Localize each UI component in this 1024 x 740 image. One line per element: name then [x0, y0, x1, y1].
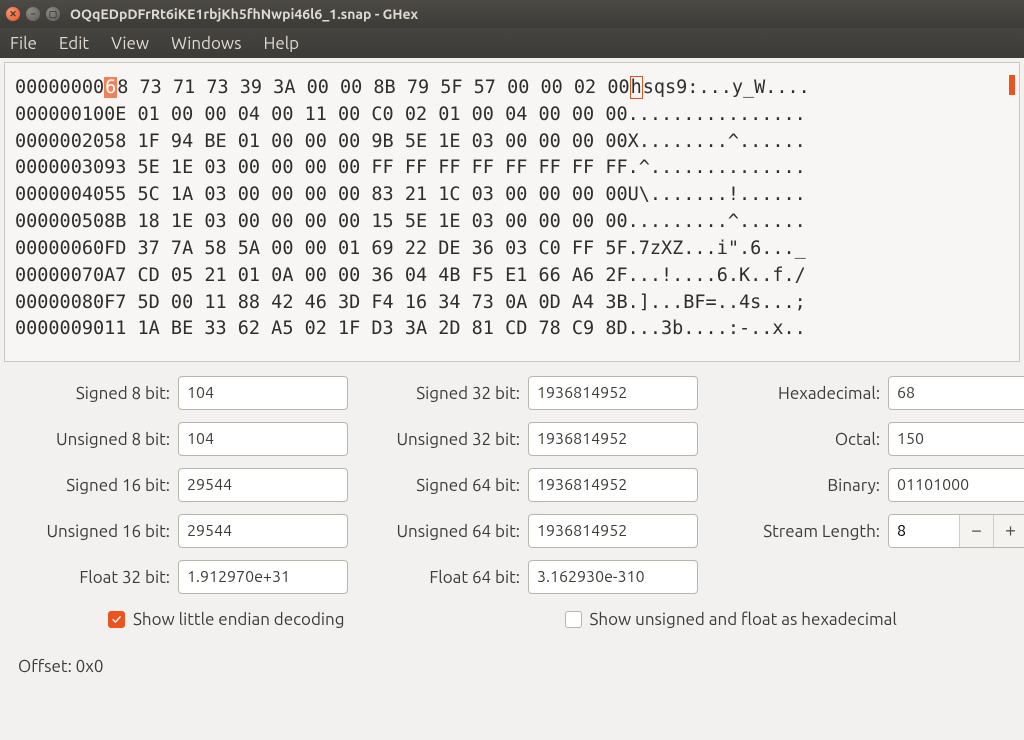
- label-unsigned-64: Unsigned 64 bit:: [388, 522, 528, 541]
- input-hex[interactable]: [888, 376, 1024, 410]
- menu-edit[interactable]: Edit: [59, 34, 89, 53]
- menu-help[interactable]: Help: [263, 34, 299, 53]
- scrollbar-thumb[interactable]: [1009, 75, 1015, 95]
- input-signed-64[interactable]: [528, 468, 698, 502]
- label-unsigned-32: Unsigned 32 bit:: [388, 430, 528, 449]
- stream-length-decrease[interactable]: −: [959, 515, 993, 547]
- ascii-cell: ...3b....:-..x..: [628, 318, 806, 339]
- label-stream-length: Stream Length:: [738, 522, 888, 541]
- close-icon[interactable]: ✕: [6, 7, 20, 21]
- offset-cell: 00000010: [15, 104, 104, 125]
- label-unsigned-16: Unsigned 16 bit:: [18, 522, 178, 541]
- input-unsigned-64[interactable]: [528, 514, 698, 548]
- menu-view[interactable]: View: [111, 34, 149, 53]
- input-stream-length[interactable]: [889, 515, 959, 547]
- label-octal: Octal:: [738, 430, 888, 449]
- hex-row[interactable]: 00000080F7 5D 00 11 88 42 46 3D F4 16 34…: [15, 290, 1009, 317]
- input-signed-8[interactable]: [178, 376, 348, 410]
- input-binary[interactable]: [888, 468, 1024, 502]
- label-signed-64: Signed 64 bit:: [388, 476, 528, 495]
- offset-cell: 00000080: [15, 292, 104, 313]
- maximize-icon[interactable]: ▢: [46, 7, 60, 21]
- offset-cell: 00000040: [15, 184, 104, 205]
- input-signed-16[interactable]: [178, 468, 348, 502]
- input-unsigned-8[interactable]: [178, 422, 348, 456]
- offset-cell: 00000000: [15, 77, 104, 98]
- checkbox-little-endian[interactable]: ✓ Show little endian decoding: [108, 610, 345, 629]
- menu-file[interactable]: File: [10, 34, 37, 53]
- minimize-icon[interactable]: –: [26, 7, 40, 21]
- titlebar: ✕ – ▢ OQqEDpDFrRt6iKE1rbjKh5fhNwpi46l6_1…: [0, 0, 1024, 28]
- input-octal[interactable]: [888, 422, 1024, 456]
- decode-panel: Signed 8 bit: Signed 32 bit: Hexadecimal…: [0, 366, 1024, 645]
- input-float-32[interactable]: [178, 560, 348, 594]
- input-signed-32[interactable]: [528, 376, 698, 410]
- ascii-cursor[interactable]: h: [630, 76, 643, 99]
- checkbox-unsigned-hex[interactable]: Show unsigned and float as hexadecimal: [565, 610, 897, 629]
- label-float-32: Float 32 bit:: [18, 568, 178, 587]
- status-offset: Offset: 0x0: [18, 657, 103, 676]
- hex-row[interactable]: 000000100E 01 00 00 04 00 11 00 C0 02 01…: [15, 102, 1009, 129]
- hex-row[interactable]: 000000508B 18 1E 03 00 00 00 00 15 5E 1E…: [15, 209, 1009, 236]
- hex-row[interactable]: 0000004055 5C 1A 03 00 00 00 00 83 21 1C…: [15, 182, 1009, 209]
- ascii-cell: .........^......: [628, 211, 806, 232]
- checkbox-unsigned-hex-label: Show unsigned and float as hexadecimal: [590, 610, 897, 629]
- label-signed-16: Signed 16 bit:: [18, 476, 178, 495]
- label-signed-32: Signed 32 bit:: [388, 384, 528, 403]
- offset-cell: 00000060: [15, 238, 104, 259]
- statusbar: Offset: 0x0: [0, 645, 1024, 688]
- hex-byte-cursor[interactable]: 6: [104, 77, 117, 98]
- stream-length-stepper: − +: [888, 514, 1024, 548]
- checkbox-empty-icon: [565, 611, 582, 628]
- ascii-cell: U\.......!......: [628, 184, 806, 205]
- input-unsigned-16[interactable]: [178, 514, 348, 548]
- hex-row[interactable]: 00000070A7 CD 05 21 01 0A 00 00 36 04 4B…: [15, 263, 1009, 290]
- offset-cell: 00000020: [15, 131, 104, 152]
- label-signed-8: Signed 8 bit:: [18, 384, 178, 403]
- hex-editor[interactable]: 0000000068 73 71 73 39 3A 00 00 8B 79 5F…: [4, 62, 1020, 362]
- stream-length-increase[interactable]: +: [993, 515, 1024, 547]
- ascii-cell: ................: [628, 104, 806, 125]
- label-binary: Binary:: [738, 476, 888, 495]
- ascii-cell: ...!....6.K..f./: [628, 265, 806, 286]
- ascii-cell: hsqs9:...y_W....: [630, 76, 810, 99]
- ascii-cell: .^..............: [628, 157, 806, 178]
- label-float-64: Float 64 bit:: [388, 568, 528, 587]
- ascii-cell: .7zXZ...i".6..._: [628, 238, 806, 259]
- checkbox-little-endian-label: Show little endian decoding: [133, 610, 345, 629]
- hex-row[interactable]: 0000003093 5E 1E 03 00 00 00 00 FF FF FF…: [15, 155, 1009, 182]
- offset-cell: 00000090: [15, 318, 104, 339]
- window-title: OQqEDpDFrRt6iKE1rbjKh5fhNwpi46l6_1.snap …: [70, 6, 418, 22]
- label-hex: Hexadecimal:: [738, 384, 888, 403]
- menubar: File Edit View Windows Help: [0, 28, 1024, 58]
- offset-cell: 00000070: [15, 265, 104, 286]
- window-buttons: ✕ – ▢: [6, 7, 60, 21]
- input-unsigned-32[interactable]: [528, 422, 698, 456]
- hex-row[interactable]: 0000002058 1F 94 BE 01 00 00 00 9B 5E 1E…: [15, 129, 1009, 156]
- menu-windows[interactable]: Windows: [171, 34, 241, 53]
- ascii-cell: X........^......: [628, 131, 806, 152]
- hex-row[interactable]: 00000060FD 37 7A 58 5A 00 00 01 69 22 DE…: [15, 236, 1009, 263]
- hex-row[interactable]: 0000000068 73 71 73 39 3A 00 00 8B 79 5F…: [15, 75, 1009, 102]
- label-unsigned-8: Unsigned 8 bit:: [18, 430, 178, 449]
- checkmark-icon: ✓: [108, 611, 125, 628]
- offset-cell: 00000030: [15, 157, 104, 178]
- ascii-cell: .]...BF=..4s...;: [628, 292, 806, 313]
- input-float-64[interactable]: [528, 560, 698, 594]
- hex-row[interactable]: 0000009011 1A BE 33 62 A5 02 1F D3 3A 2D…: [15, 316, 1009, 343]
- offset-cell: 00000050: [15, 211, 104, 232]
